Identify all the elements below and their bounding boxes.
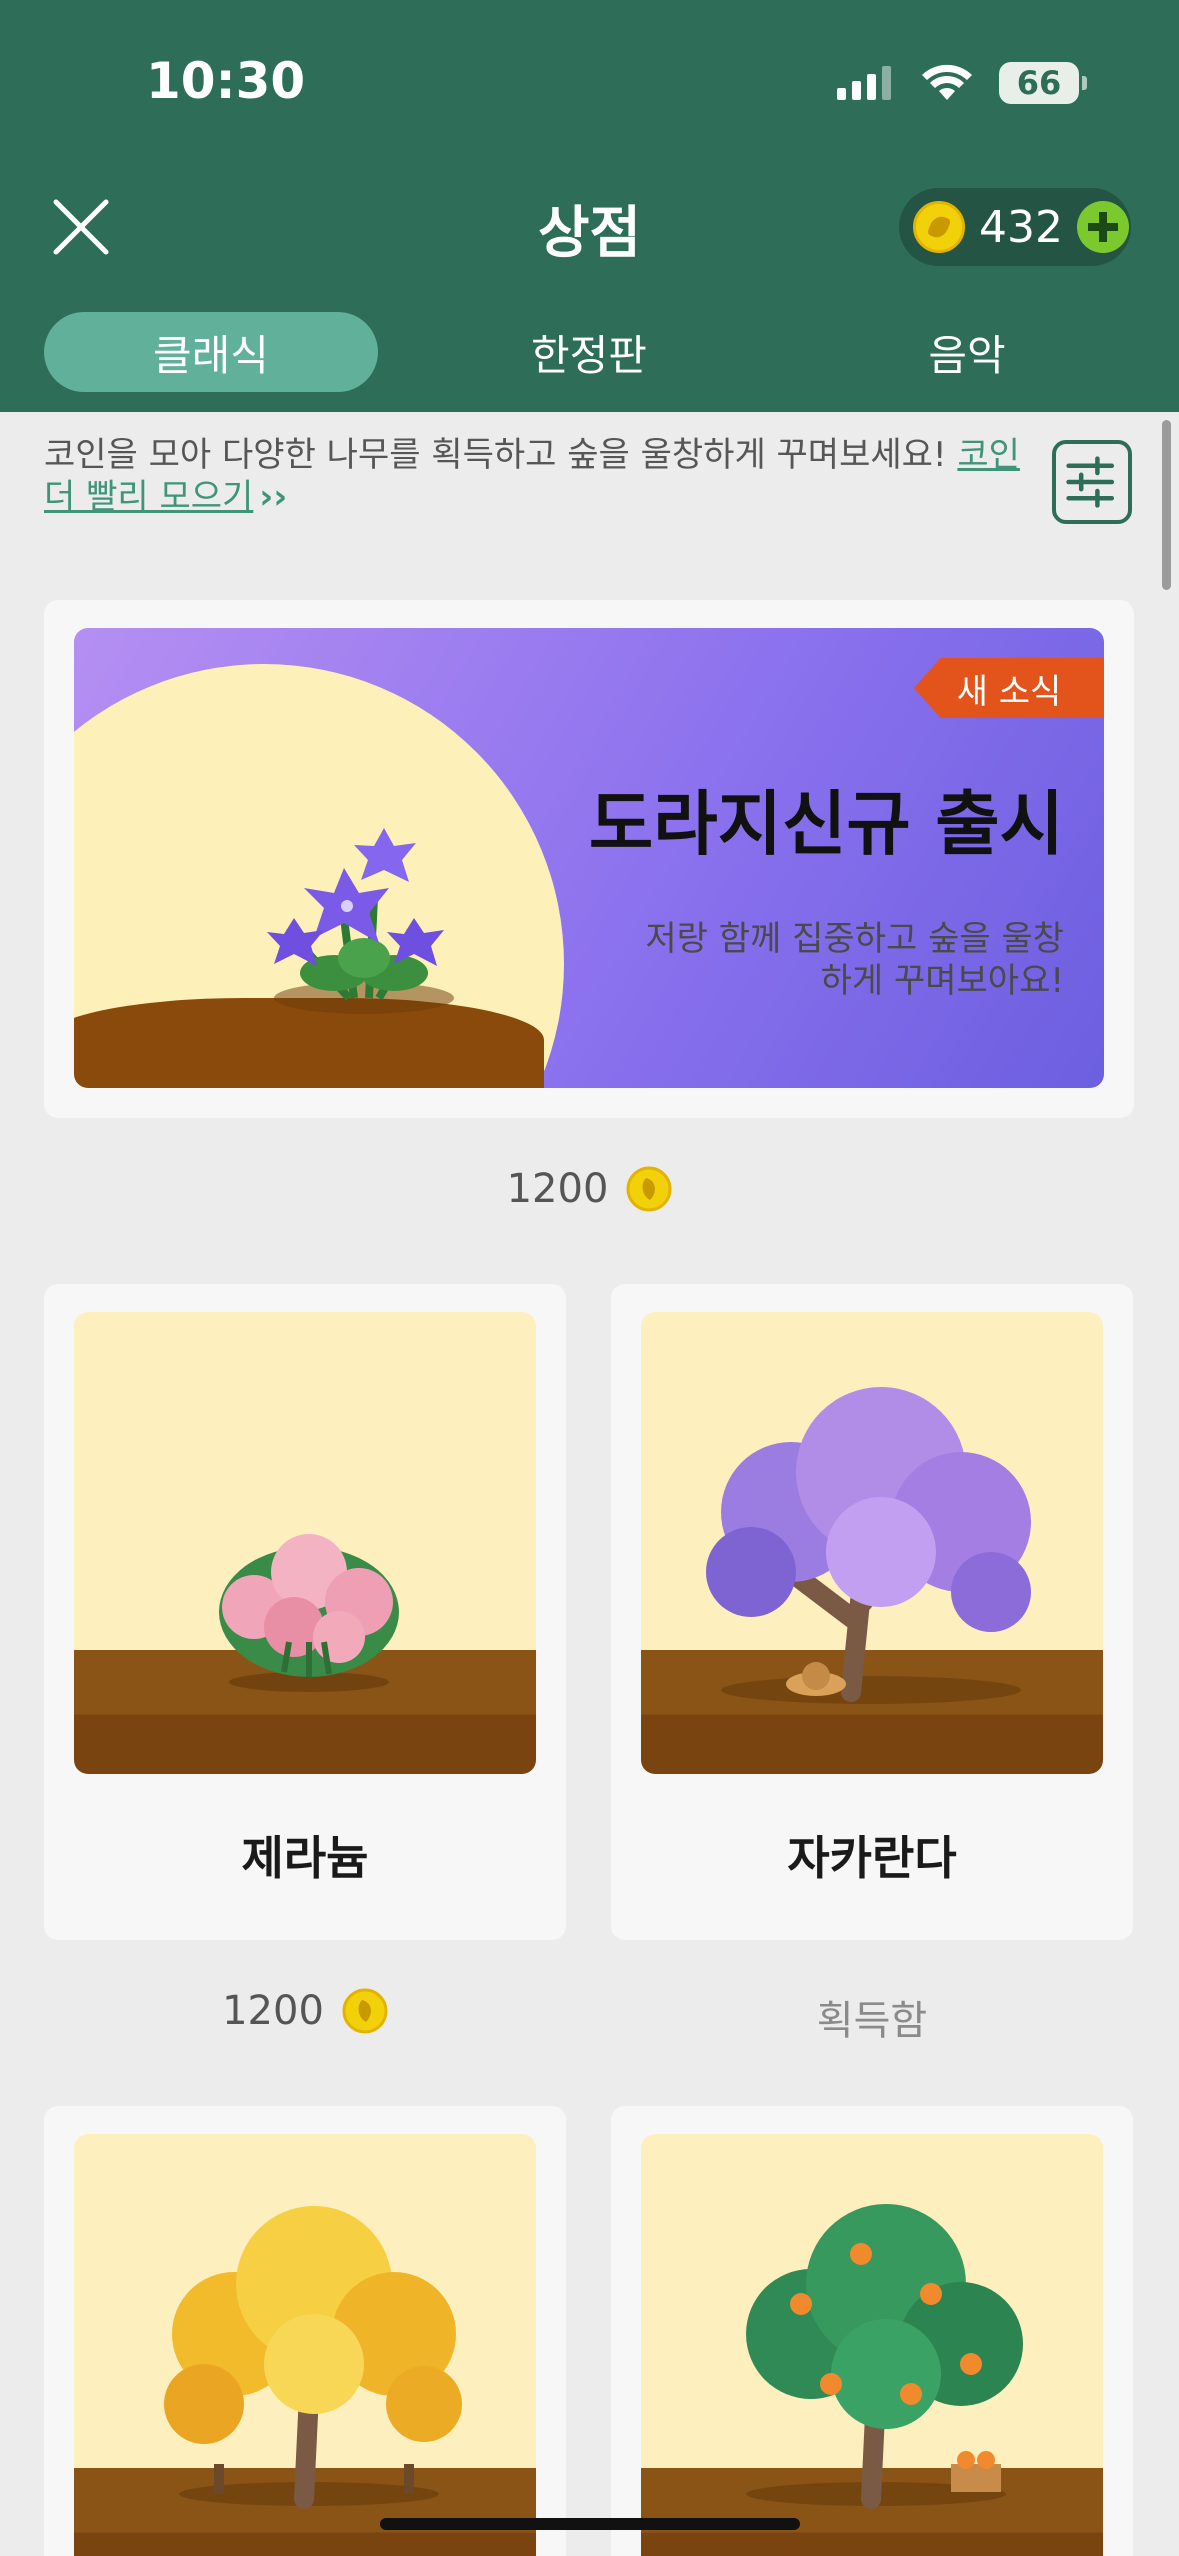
item-image: [641, 1312, 1103, 1774]
scrollbar[interactable]: [1162, 420, 1171, 590]
news-badge: 새 소식: [914, 658, 1104, 718]
wifi-icon: [922, 64, 972, 100]
battery-icon: 66: [999, 62, 1087, 104]
coin-icon: [342, 1988, 388, 2034]
golden-tree-illustration: [164, 2206, 462, 2509]
coin-icon: [913, 201, 965, 253]
add-coins-button[interactable]: [1076, 201, 1129, 253]
double-chevron-icon[interactable]: ››: [259, 477, 287, 517]
item-card-geranium[interactable]: 제라늄: [44, 1284, 566, 1940]
featured-banner[interactable]: 새 소식 도라지신규 출시 저랑 함께 집중하고 숲을 울창하게 꾸며보아요!: [74, 628, 1104, 1088]
item-card-jacaranda[interactable]: 자카란다: [611, 1284, 1133, 1940]
item-name: 자카란다: [787, 1831, 957, 1885]
banner-price: 1200: [0, 1166, 1179, 1212]
app-header: 10:30 66 상점 432 클래식 한정판 음악: [0, 0, 1179, 412]
coin-count: 432: [979, 201, 1063, 253]
banner-title: 도라지신규 출시: [588, 783, 1064, 865]
info-banner: 코인을 모아 다양한 나무를 획득하고 숲을 울창하게 꾸며보세요! 코인 더 …: [44, 434, 1024, 518]
coin-balance[interactable]: 432: [899, 188, 1131, 266]
item-name: 제라늄: [241, 1831, 369, 1885]
banner-subtitle: 저랑 함께 집중하고 숲을 울창하게 꾸며보아요!: [645, 919, 1064, 1001]
geranium-illustration: [219, 1534, 399, 1692]
status-icons: 66: [837, 62, 1087, 104]
tab-limited[interactable]: 한정판: [422, 312, 756, 392]
filter-button[interactable]: [1052, 440, 1132, 524]
banner-price-value: 1200: [506, 1166, 609, 1212]
info-text: 코인을 모아 다양한 나무를 획득하고 숲을 울창하게 꾸며보세요!: [44, 435, 947, 475]
tab-bar: 클래식 한정판 음악: [0, 312, 1179, 392]
item-price: 1200: [44, 1988, 566, 2034]
tab-music[interactable]: 음악: [800, 312, 1134, 392]
tab-classic[interactable]: 클래식: [44, 312, 378, 392]
featured-card[interactable]: 새 소식 도라지신규 출시 저랑 함께 집중하고 숲을 울창하게 꾸며보아요!: [44, 600, 1134, 1118]
item-image: [74, 1312, 536, 1774]
item-image: [74, 2134, 536, 2556]
status-time: 10:30: [146, 52, 306, 110]
orange-tree-illustration: [746, 2204, 1023, 2509]
coin-icon: [626, 1166, 672, 1212]
jacaranda-illustration: [706, 1387, 1031, 1704]
bellflower-illustration: [267, 828, 454, 1014]
item-price-value: 1200: [222, 1988, 324, 2034]
item-card-golden-tree[interactable]: [44, 2106, 566, 2556]
item-image: [641, 2134, 1103, 2556]
item-card-orange-tree[interactable]: [611, 2106, 1133, 2556]
cellular-signal-icon: [837, 66, 891, 100]
owned-label: 획득함: [816, 1998, 928, 2044]
home-indicator[interactable]: [380, 2518, 800, 2530]
